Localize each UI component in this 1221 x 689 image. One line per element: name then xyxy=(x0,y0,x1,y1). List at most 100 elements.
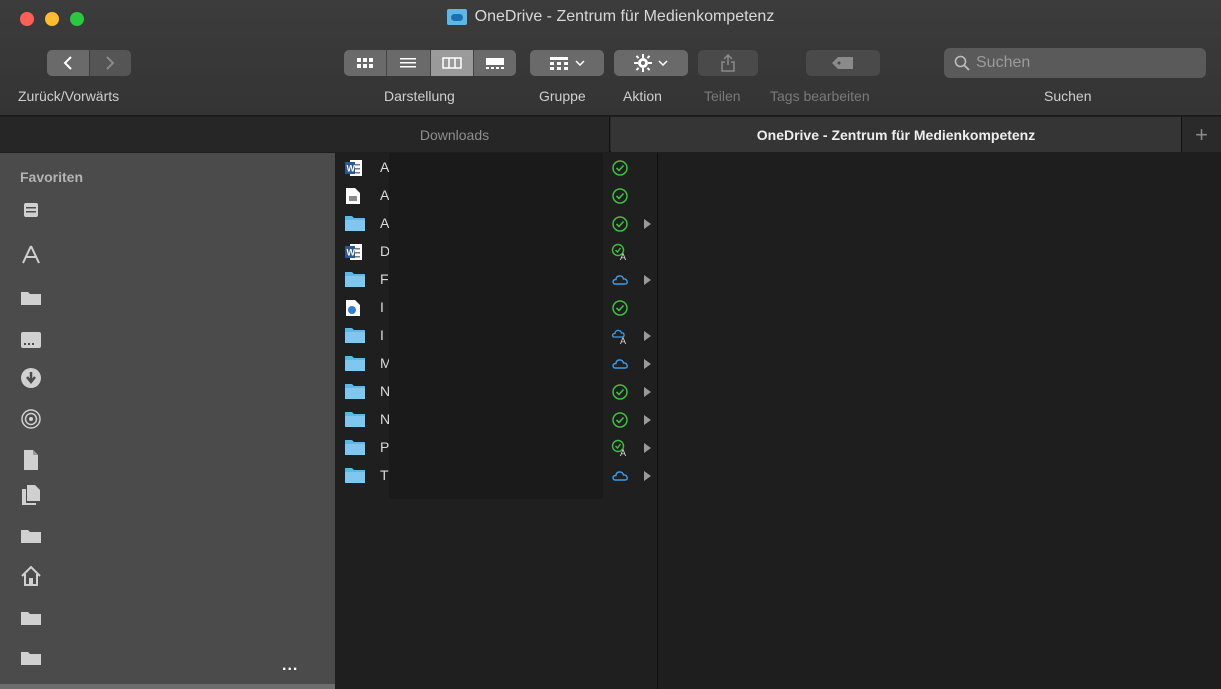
applications-icon xyxy=(20,244,42,266)
share-label: Teilen xyxy=(704,88,741,104)
image-file-icon xyxy=(345,187,363,205)
sync-status-cloud-icon xyxy=(611,271,629,289)
sidebar-item-folder-3[interactable] xyxy=(20,603,310,633)
sidebar-item-airdrop[interactable] xyxy=(20,404,310,434)
sidebar-item-folder-1[interactable] xyxy=(20,283,310,313)
back-forward-group xyxy=(47,50,131,76)
disclosure-arrow-icon xyxy=(644,443,651,453)
word-document-icon: W xyxy=(345,243,363,261)
columns-icon xyxy=(441,57,462,69)
action-label: Aktion xyxy=(623,88,662,104)
finder-window: OneDrive - Zentrum für Medienkompetenz Z… xyxy=(0,0,1221,689)
documents-icon xyxy=(20,484,42,506)
search-label: Suchen xyxy=(1044,88,1092,104)
sidebar-more-button[interactable]: ... xyxy=(282,657,298,675)
chevron-down-icon xyxy=(575,60,585,66)
search-field[interactable] xyxy=(944,48,1206,78)
forward-button[interactable] xyxy=(88,50,131,76)
folder-icon xyxy=(345,439,365,457)
back-button[interactable] xyxy=(47,50,89,76)
document-icon xyxy=(20,449,42,471)
home-icon xyxy=(20,565,42,587)
disclosure-arrow-icon xyxy=(644,275,651,285)
tag-icon xyxy=(832,57,853,69)
disclosure-arrow-icon xyxy=(644,219,651,229)
desktop-icon xyxy=(20,329,42,351)
recents-icon xyxy=(20,199,42,221)
gear-icon xyxy=(634,54,652,72)
list-icon xyxy=(400,58,417,68)
disclosure-arrow-icon xyxy=(644,415,651,425)
onedrive-file-icon xyxy=(345,299,363,317)
folder-icon xyxy=(345,383,365,401)
word-document-icon: W xyxy=(345,159,363,177)
column-view-button[interactable] xyxy=(430,50,474,76)
svg-text:A: A xyxy=(620,336,626,345)
view-label: Darstellung xyxy=(384,88,455,104)
tags-label: Tags bearbeiten xyxy=(770,88,870,104)
chevron-down-icon xyxy=(658,60,668,66)
svg-text:W: W xyxy=(347,164,356,174)
tab-onedrive[interactable]: OneDrive - Zentrum für Medienkompetenz xyxy=(611,117,1181,152)
svg-text:W: W xyxy=(347,248,356,258)
sidebar-item-document[interactable] xyxy=(20,445,310,475)
folder-icon xyxy=(20,287,42,309)
action-button[interactable] xyxy=(614,50,688,76)
tab-downloads[interactable]: Downloads xyxy=(0,117,610,152)
sync-status-synced-icon xyxy=(611,215,629,233)
folder-icon xyxy=(20,647,42,669)
svg-text:A: A xyxy=(620,448,626,457)
nav-label: Zurück/Vorwärts xyxy=(18,88,120,104)
search-input[interactable] xyxy=(976,54,1196,72)
folder-icon xyxy=(345,411,365,429)
sidebar-item-home[interactable] xyxy=(20,561,310,591)
gallery-icon xyxy=(485,58,504,69)
onedrive-folder-icon xyxy=(446,9,467,25)
redacted-names-area xyxy=(389,153,603,499)
sidebar-item-folder-4[interactable] xyxy=(20,643,310,673)
folder-icon xyxy=(345,467,365,485)
disclosure-arrow-icon xyxy=(644,387,651,397)
new-tab-button[interactable]: + xyxy=(1181,117,1221,152)
sync-status-synced-icon xyxy=(611,159,629,177)
svg-text:A: A xyxy=(620,252,626,261)
list-view-button[interactable] xyxy=(387,50,431,76)
sync-status-synced-shared-icon: A xyxy=(611,243,629,262)
sidebar-item-desktop[interactable] xyxy=(20,325,310,355)
sync-status-synced-icon xyxy=(611,299,629,317)
tab-bar: Downloads OneDrive - Zentrum für Medienk… xyxy=(0,117,1221,152)
folder-icon xyxy=(345,271,365,289)
sidebar-item-applications[interactable] xyxy=(20,240,310,270)
sidebar-item-recents[interactable] xyxy=(20,195,310,225)
gallery-view-button[interactable] xyxy=(473,50,516,76)
folder-icon xyxy=(345,215,365,233)
group-button[interactable] xyxy=(530,50,604,76)
folder-icon xyxy=(20,607,42,629)
sidebar-scrollbar[interactable] xyxy=(0,684,335,689)
sidebar-item-folder-2[interactable] xyxy=(20,521,310,551)
share-icon xyxy=(721,54,735,72)
preview-column xyxy=(659,153,1221,689)
sync-status-synced-icon xyxy=(611,187,629,205)
disclosure-arrow-icon xyxy=(644,331,651,341)
disclosure-arrow-icon xyxy=(644,359,651,369)
icon-grid-icon xyxy=(357,58,374,68)
share-button[interactable] xyxy=(698,50,758,76)
folder-icon xyxy=(20,525,42,547)
window-title-bar: OneDrive - Zentrum für Medienkompetenz xyxy=(0,6,1221,28)
edit-tags-button[interactable] xyxy=(806,50,880,76)
sync-status-cloud-icon xyxy=(611,467,629,485)
sidebar-item-downloads[interactable] xyxy=(20,363,310,393)
chevron-right-icon xyxy=(106,56,115,70)
sync-status-synced-shared-icon: A xyxy=(611,439,629,458)
tab-onedrive-label: OneDrive - Zentrum für Medienkompetenz xyxy=(756,126,1036,143)
sidebar: Favoriten ... xyxy=(0,153,335,689)
sync-status-synced-icon xyxy=(611,411,629,429)
sidebar-item-documents[interactable] xyxy=(20,480,310,510)
tab-downloads-label: Downloads xyxy=(419,126,490,143)
sync-status-cloud-shared-icon: A xyxy=(611,327,629,346)
icon-view-button[interactable] xyxy=(344,50,388,76)
view-mode-group xyxy=(344,50,516,76)
folder-icon xyxy=(345,355,365,373)
sidebar-heading-favorites: Favoriten xyxy=(20,169,84,185)
